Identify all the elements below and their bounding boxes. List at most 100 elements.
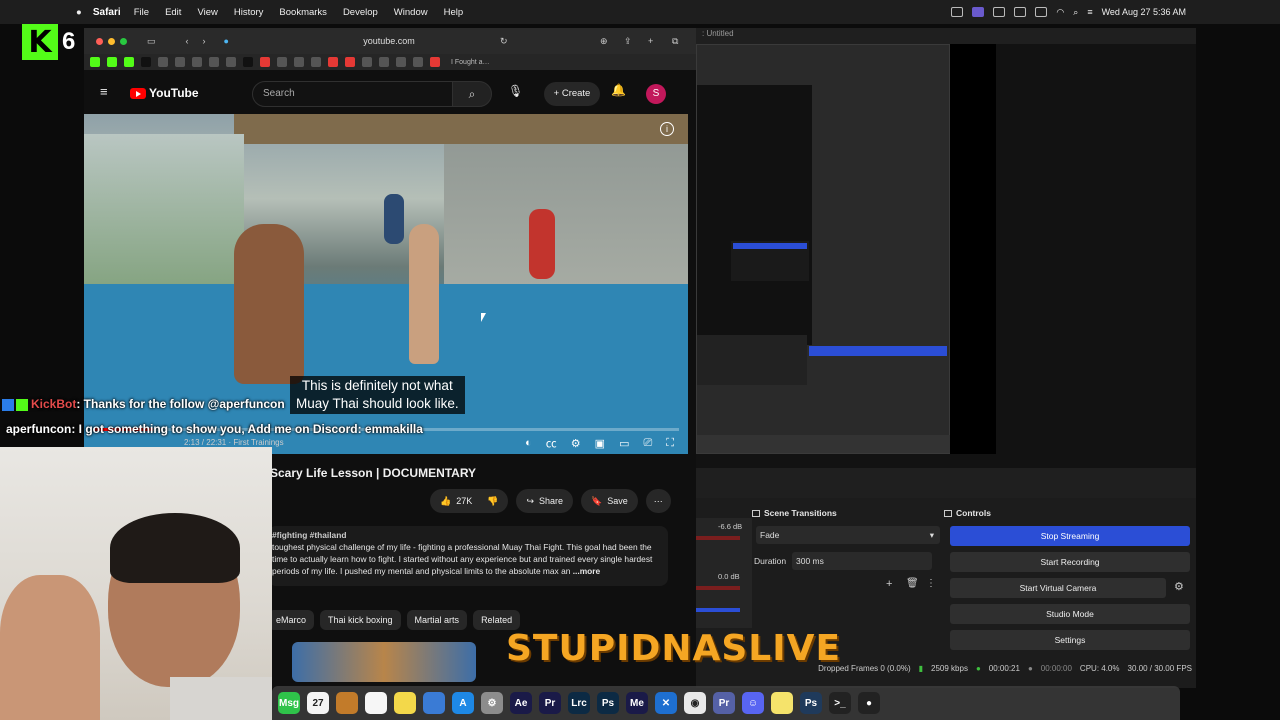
kick-icon[interactable] bbox=[90, 57, 100, 67]
mixer-slider[interactable] bbox=[696, 608, 740, 612]
notes-icon[interactable] bbox=[394, 692, 416, 714]
new-tab-icon[interactable]: + bbox=[648, 36, 653, 46]
control-center-icon[interactable]: ≡ bbox=[1087, 7, 1092, 17]
youtube-logo[interactable]: YouTube bbox=[130, 86, 199, 100]
autoplay-toggle[interactable]: ◐ bbox=[525, 437, 532, 449]
bell-icon[interactable]: 🔔 bbox=[611, 83, 626, 97]
menu-view[interactable]: View bbox=[197, 7, 217, 18]
info-icon[interactable]: i bbox=[660, 122, 674, 136]
appstore-icon[interactable]: A bbox=[452, 692, 474, 714]
chrome-icon[interactable]: ◉ bbox=[684, 692, 706, 714]
generic-icon[interactable] bbox=[413, 57, 423, 67]
youtube-icon[interactable] bbox=[328, 57, 338, 67]
menu-help[interactable]: Help bbox=[444, 7, 464, 18]
generic-icon[interactable] bbox=[209, 57, 219, 67]
generic-icon[interactable] bbox=[311, 57, 321, 67]
aftereffects-icon[interactable]: Ae bbox=[510, 692, 532, 714]
menubar-clock[interactable]: Wed Aug 27 5:36 AM bbox=[1102, 7, 1186, 17]
stickies-icon[interactable] bbox=[771, 692, 793, 714]
search-icon[interactable]: ⌕ bbox=[1073, 7, 1078, 18]
start-recording-button[interactable]: Start Recording bbox=[950, 552, 1190, 572]
generic-icon[interactable] bbox=[158, 57, 168, 67]
back-icon[interactable]: ‹ bbox=[186, 36, 189, 46]
like-button[interactable]: 👍 27K 👎 bbox=[430, 489, 509, 513]
more-transition-icon[interactable]: ⋮ bbox=[926, 578, 936, 589]
hamburger-icon[interactable]: ≡ bbox=[100, 84, 108, 99]
generic-icon[interactable] bbox=[396, 57, 406, 67]
cast-icon[interactable]: ⎚ bbox=[643, 437, 652, 450]
generic-icon[interactable] bbox=[226, 57, 236, 67]
menu-window[interactable]: Window bbox=[394, 7, 428, 18]
tabs-overview-icon[interactable]: ⧉ bbox=[672, 36, 678, 47]
forward-icon[interactable]: › bbox=[203, 36, 206, 46]
menu-develop[interactable]: Develop bbox=[343, 7, 378, 18]
chrome-icon[interactable] bbox=[294, 57, 304, 67]
avatar[interactable]: S bbox=[646, 84, 666, 104]
start-virtual-camera-button[interactable]: Start Virtual Camera bbox=[950, 578, 1166, 598]
remove-transition-icon[interactable]: 🗑 bbox=[906, 578, 919, 589]
calendar-icon[interactable]: 27 bbox=[307, 692, 329, 714]
discord-icon[interactable]: ☺ bbox=[742, 692, 764, 714]
close-window-button[interactable] bbox=[96, 37, 103, 45]
save-button[interactable]: 🔖 Save bbox=[581, 489, 638, 513]
chip-item[interactable]: Related bbox=[473, 610, 521, 630]
youtube-icon[interactable] bbox=[260, 57, 270, 67]
mic-icon[interactable]: 🎙 bbox=[508, 84, 523, 98]
chip-item[interactable]: Martial arts bbox=[406, 610, 468, 630]
transition-select[interactable]: Fade ▾ bbox=[756, 526, 940, 544]
generic-icon[interactable] bbox=[362, 57, 372, 67]
premiere-icon[interactable]: Pr bbox=[539, 692, 561, 714]
lightroom-icon[interactable]: Lrc bbox=[568, 692, 590, 714]
app-menu[interactable]: Safari bbox=[93, 1, 121, 23]
apple-icon[interactable]: ● bbox=[76, 7, 82, 18]
sidebar-icon[interactable]: ▭ bbox=[147, 36, 156, 47]
settings-icon[interactable]: ⚙ bbox=[481, 692, 503, 714]
fullscreen-icon[interactable]: ⛶ bbox=[666, 437, 674, 450]
related-thumbnail[interactable] bbox=[292, 642, 476, 682]
status-icon[interactable] bbox=[951, 7, 964, 17]
terminal-icon[interactable]: >_ bbox=[829, 692, 851, 714]
dislike-icon[interactable]: 👎 bbox=[487, 496, 498, 507]
zoom-window-button[interactable] bbox=[120, 37, 127, 45]
studio-mode-button[interactable]: Studio Mode bbox=[950, 604, 1190, 624]
photoshop-icon[interactable]: Ps bbox=[597, 692, 619, 714]
preview-icon[interactable]: Pr bbox=[713, 692, 735, 714]
vscode-icon[interactable]: ✕ bbox=[655, 692, 677, 714]
photoshop2-icon[interactable]: Ps bbox=[800, 692, 822, 714]
active-tab[interactable]: I Fought a… bbox=[451, 59, 490, 66]
generic-icon[interactable] bbox=[192, 57, 202, 67]
youtube-icon[interactable] bbox=[430, 57, 440, 67]
screen-icon[interactable] bbox=[972, 7, 985, 17]
kick-icon[interactable] bbox=[107, 57, 117, 67]
miniplayer-icon[interactable]: ▣ bbox=[595, 437, 605, 450]
freeform-icon[interactable] bbox=[423, 692, 445, 714]
mediaencoder-icon[interactable]: Me bbox=[626, 692, 648, 714]
create-button[interactable]: + Create bbox=[544, 82, 600, 106]
menu-edit[interactable]: Edit bbox=[165, 7, 181, 18]
address-bar[interactable]: youtube.com bbox=[284, 36, 494, 46]
menu-bookmarks[interactable]: Bookmarks bbox=[279, 7, 327, 18]
description-more[interactable]: ...more bbox=[573, 566, 600, 576]
description-box[interactable]: #fighting #thailand toughest physical ch… bbox=[268, 526, 668, 586]
download-icon[interactable]: ⊕ bbox=[600, 36, 608, 47]
dropbox-icon[interactable] bbox=[993, 7, 1006, 17]
kick-icon[interactable] bbox=[124, 57, 134, 67]
menu-history[interactable]: History bbox=[234, 7, 264, 18]
battery-icon[interactable] bbox=[1035, 7, 1048, 17]
share-icon[interactable]: ⇪ bbox=[624, 36, 632, 47]
shield-icon[interactable]: ● bbox=[224, 36, 229, 46]
minimize-window-button[interactable] bbox=[108, 37, 115, 45]
reload-icon[interactable]: ↻ bbox=[500, 36, 508, 47]
chrome-icon[interactable] bbox=[277, 57, 287, 67]
search-button[interactable]: ⌕ bbox=[452, 81, 492, 107]
stop-streaming-button[interactable]: Stop Streaming bbox=[950, 526, 1190, 546]
reminders-icon[interactable] bbox=[365, 692, 387, 714]
virtual-camera-settings-icon[interactable]: ⚙ bbox=[1174, 580, 1184, 593]
wifi-icon[interactable]: ◠ bbox=[1056, 7, 1064, 18]
folder-icon[interactable] bbox=[336, 692, 358, 714]
obs-icon[interactable]: ● bbox=[858, 692, 880, 714]
add-transition-icon[interactable]: + bbox=[886, 578, 892, 590]
chip-item[interactable]: Thai kick boxing bbox=[320, 610, 401, 630]
youtube-icon[interactable] bbox=[345, 57, 355, 67]
menu-file[interactable]: File bbox=[134, 7, 149, 18]
